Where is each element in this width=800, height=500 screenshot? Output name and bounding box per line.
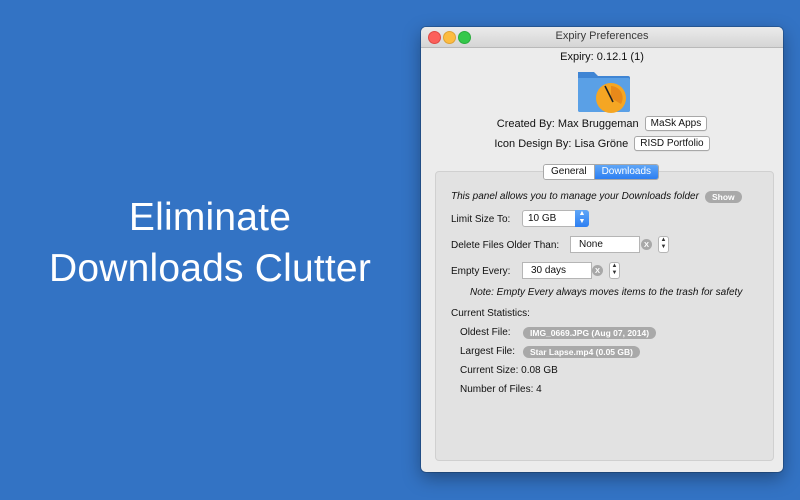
preferences-window: Expiry Preferences Expiry: 0.12.1 (1) Cr… — [421, 27, 783, 472]
show-button[interactable]: Show — [705, 191, 742, 203]
headline: Eliminate Downloads Clutter — [0, 192, 420, 294]
oldest-file-value[interactable]: IMG_0669.JPG (Aug 07, 2014) — [523, 327, 657, 339]
tab-general[interactable]: General — [544, 165, 595, 179]
limit-size-value: 10 GB — [528, 213, 557, 224]
panel-info-text: This panel allows you to manage your Dow… — [451, 191, 699, 202]
preferences-tabs: General Downloads — [543, 164, 660, 180]
delete-older-field[interactable]: None — [570, 236, 640, 253]
largest-file-label: Largest File: — [460, 346, 516, 357]
empty-every-note: Note: Empty Every always moves items to … — [470, 287, 743, 298]
mask-apps-button[interactable]: MaSk Apps — [644, 116, 708, 131]
icon-design-row: Icon Design By: Lisa Gröne RISD Portfoli… — [421, 136, 783, 151]
limit-size-popup[interactable]: 10 GB ▲ ▼ — [522, 210, 589, 227]
headline-line-1: Eliminate — [128, 196, 292, 239]
empty-every-label: Empty Every: — [451, 266, 511, 277]
clear-empty-every-icon[interactable]: X — [592, 265, 603, 276]
empty-every-field[interactable]: 30 days — [522, 262, 592, 279]
tab-downloads[interactable]: Downloads — [594, 165, 659, 179]
number-of-files-label: Number of Files: 4 — [460, 384, 542, 395]
headline-line-2: Downloads Clutter — [48, 247, 372, 290]
title-bar[interactable]: Expiry Preferences — [421, 27, 783, 48]
popup-arrows-icon: ▲ ▼ — [575, 210, 589, 227]
empty-every-stepper[interactable]: ▲ ▼ — [609, 262, 620, 279]
oldest-file-label: Oldest File: — [460, 327, 511, 338]
delete-older-stepper[interactable]: ▲ ▼ — [658, 236, 669, 253]
icon-design-label: Icon Design By: Lisa Gröne — [494, 137, 629, 150]
largest-file-value[interactable]: Star Lapse.mp4 (0.05 GB) — [523, 346, 640, 358]
created-by-label: Created By: Max Bruggeman — [496, 117, 639, 130]
window-title: Expiry Preferences — [555, 30, 649, 42]
limit-size-label: Limit Size To: — [451, 214, 511, 225]
downloads-panel: This panel allows you to manage your Dow… — [435, 171, 774, 461]
stats-heading: Current Statistics: — [451, 308, 530, 319]
folder-clock-icon — [578, 72, 630, 113]
clear-delete-older-icon[interactable]: X — [641, 239, 652, 250]
delete-older-label: Delete Files Older Than: — [451, 240, 560, 251]
created-by-row: Created By: Max Bruggeman MaSk Apps — [421, 116, 783, 131]
current-size-label: Current Size: 0.08 GB — [460, 365, 558, 376]
risd-portfolio-button[interactable]: RISD Portfolio — [634, 136, 710, 151]
version-label: Expiry: 0.12.1 (1) — [560, 51, 644, 63]
